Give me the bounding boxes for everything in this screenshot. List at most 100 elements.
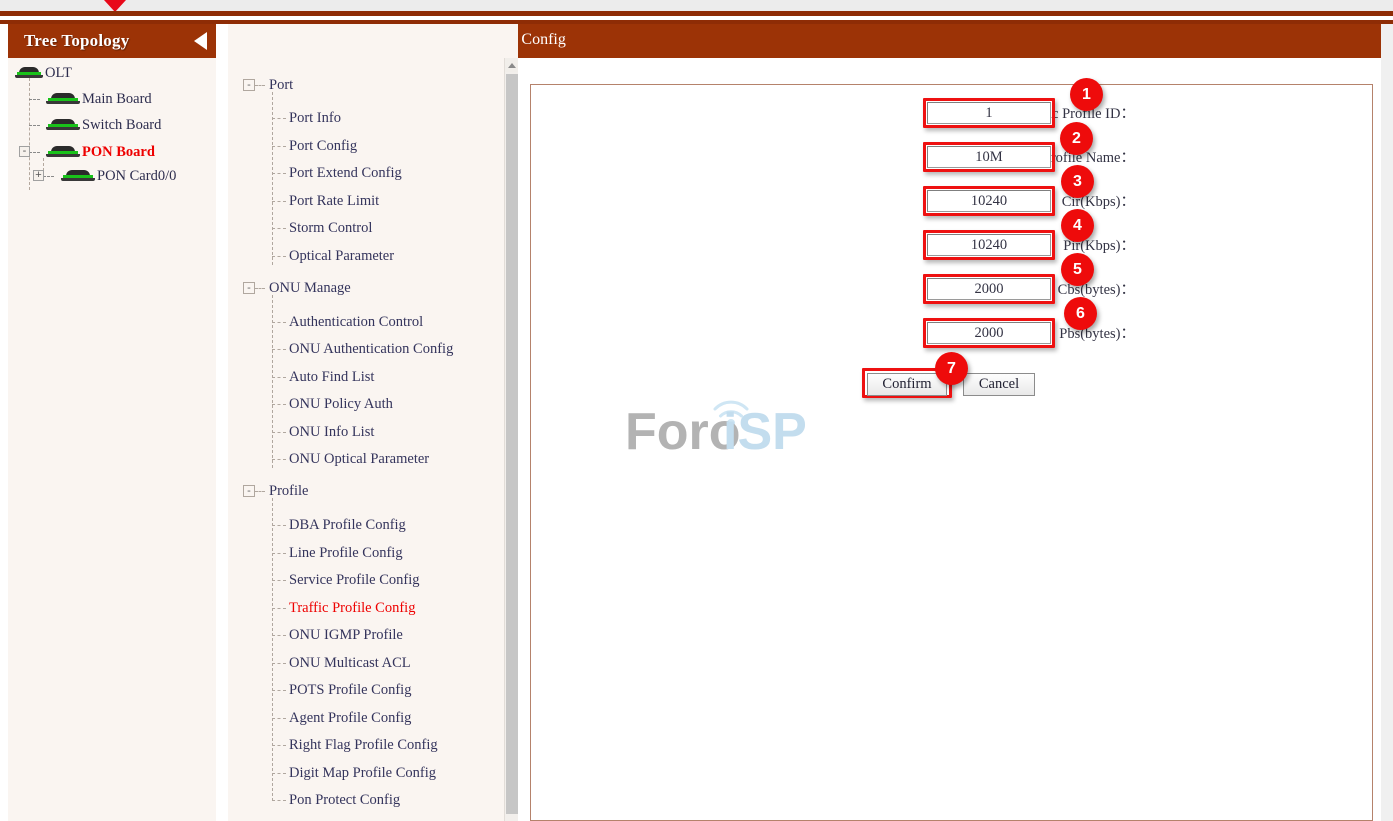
menu-item-traffic-profile-config[interactable]: Traffic Profile Config [289, 600, 415, 616]
device-icon [61, 170, 95, 183]
menu-connector [272, 349, 286, 350]
sidebar-item-main-board[interactable]: Main Board [46, 90, 152, 108]
menu-toggle-profile[interactable]: - [243, 485, 255, 497]
sidebar-item-pon-board[interactable]: PON Board [46, 143, 155, 161]
application-window: Tree Topology - + OLT [0, 0, 1393, 821]
confirm-button[interactable]: Confirm [867, 373, 947, 396]
sidebar-item-label: PON Board [82, 143, 155, 161]
menu-group-onu-manage[interactable]: ONU Manage [269, 280, 351, 296]
menu-connector [272, 745, 286, 746]
scroll-up-arrow-icon[interactable] [505, 58, 519, 72]
sidebar-item-label: OLT [45, 64, 72, 82]
menu-connector [272, 498, 273, 801]
sidebar-item-label: PON Card0/0 [97, 167, 176, 185]
menu-item-line-profile-config[interactable]: Line Profile Config [289, 545, 403, 561]
scrollbar-thumb[interactable] [506, 74, 518, 814]
cbs-input[interactable] [927, 278, 1051, 300]
menu-item-onu-optical-parameter[interactable]: ONU Optical Parameter [289, 451, 429, 467]
callout-badge-7: 7 [935, 352, 968, 385]
svg-text:iSP: iSP [723, 403, 807, 461]
tree-topology-panel: Tree Topology - + OLT [8, 24, 216, 821]
menu-connector [272, 635, 286, 636]
menu-item-onu-info-list[interactable]: ONU Info List [289, 424, 374, 440]
device-icon [46, 146, 80, 159]
menu-item-pon-protect-config[interactable]: Pon Protect Config [289, 792, 400, 808]
menu-connector [272, 525, 286, 526]
menu-connector [272, 663, 286, 664]
device-icon [46, 119, 80, 132]
menu-connector [272, 690, 286, 691]
right-gutter [1381, 24, 1393, 821]
menu-item-onu-multicast-acl[interactable]: ONU Multicast ACL [289, 655, 411, 671]
device-icon [15, 67, 43, 80]
tree-connector [29, 99, 40, 100]
menu-item-dba-profile-config[interactable]: DBA Profile Config [289, 517, 406, 533]
menu-connector [255, 85, 265, 86]
pbs-input[interactable] [927, 322, 1051, 344]
device-icon [46, 93, 80, 106]
tree-connector [29, 78, 30, 190]
menu-connector [272, 432, 286, 433]
traffic-profile-form-panel: Foro iSP Traffic Profile ID： 1 Profile N… [530, 84, 1373, 821]
menu-connector [272, 773, 286, 774]
content-area: Foro iSP Traffic Profile ID： 1 Profile N… [518, 58, 1393, 821]
sidebar-item-olt[interactable]: OLT [15, 64, 72, 82]
sidebar-item-label: Switch Board [82, 116, 161, 134]
menu-scrollbar[interactable] [504, 58, 519, 821]
menu-item-pots-profile-config[interactable]: POTS Profile Config [289, 682, 411, 698]
page-title: Tree Topology [24, 31, 129, 51]
callout-badge-4: 4 [1061, 209, 1094, 242]
sidebar-item-switch-board[interactable]: Switch Board [46, 116, 161, 134]
foroisp-watermark: Foro iSP [623, 385, 823, 465]
tree-topology-body: - + OLT Main Board Switc [8, 58, 216, 66]
menu-toggle-port[interactable]: - [243, 79, 255, 91]
menu-connector [272, 228, 286, 229]
menu-item-port-extend-config[interactable]: Port Extend Config [289, 165, 402, 181]
cancel-button[interactable]: Cancel [963, 373, 1035, 396]
menu-connector [272, 580, 286, 581]
menu-item-onu-authentication-config[interactable]: ONU Authentication Config [289, 341, 453, 357]
navigation-menu-list: - Port Port Info Port Config Port Extend… [228, 58, 504, 821]
menu-item-digit-map-profile-config[interactable]: Digit Map Profile Config [289, 765, 436, 781]
menu-item-authentication-control[interactable]: Authentication Control [289, 314, 423, 330]
tree-connector [29, 152, 40, 153]
menu-connector [272, 459, 286, 460]
menu-item-onu-igmp-profile[interactable]: ONU IGMP Profile [289, 627, 403, 643]
menu-item-onu-policy-auth[interactable]: ONU Policy Auth [289, 396, 393, 412]
callout-badge-6: 6 [1064, 297, 1097, 330]
top-strip [0, 0, 1393, 11]
menu-group-port[interactable]: Port [269, 77, 293, 93]
menu-item-right-flag-profile-config[interactable]: Right Flag Profile Config [289, 737, 438, 753]
menu-connector [272, 201, 286, 202]
callout-badge-5: 5 [1061, 253, 1094, 286]
menu-item-service-profile-config[interactable]: Service Profile Config [289, 572, 419, 588]
menu-connector [272, 553, 286, 554]
sidebar-item-pon-card[interactable]: PON Card0/0 [61, 167, 176, 185]
menu-connector [272, 118, 286, 119]
menu-item-auto-find-list[interactable]: Auto Find List [289, 369, 374, 385]
callout-badge-3: 3 [1061, 165, 1094, 198]
tree-topology-header: Tree Topology [8, 24, 216, 58]
collapse-left-arrow-icon[interactable] [194, 32, 207, 50]
tree-toggle-pon-card[interactable]: + [33, 170, 44, 181]
menu-item-optical-parameter[interactable]: Optical Parameter [289, 248, 394, 264]
menu-item-agent-profile-config[interactable]: Agent Profile Config [289, 710, 411, 726]
tree-connector [43, 176, 54, 177]
pir-input[interactable] [927, 234, 1051, 256]
callout-badge-2: 2 [1060, 122, 1093, 155]
menu-group-profile[interactable]: Profile [269, 483, 308, 499]
menu-connector [272, 404, 286, 405]
menu-connector [255, 491, 265, 492]
menu-item-port-rate-limit[interactable]: Port Rate Limit [289, 193, 379, 209]
menu-item-storm-control[interactable]: Storm Control [289, 220, 372, 236]
tree-toggle-pon-board[interactable]: - [19, 146, 30, 157]
menu-connector [272, 256, 286, 257]
cir-input[interactable] [927, 190, 1051, 212]
menu-toggle-onu-manage[interactable]: - [243, 282, 255, 294]
traffic-profile-id-input[interactable] [927, 102, 1051, 124]
menu-item-port-config[interactable]: Port Config [289, 138, 357, 154]
menu-item-port-info[interactable]: Port Info [289, 110, 341, 126]
sidebar-item-label: Main Board [82, 90, 152, 108]
menu-connector [272, 295, 273, 468]
profile-name-input[interactable] [927, 146, 1051, 168]
